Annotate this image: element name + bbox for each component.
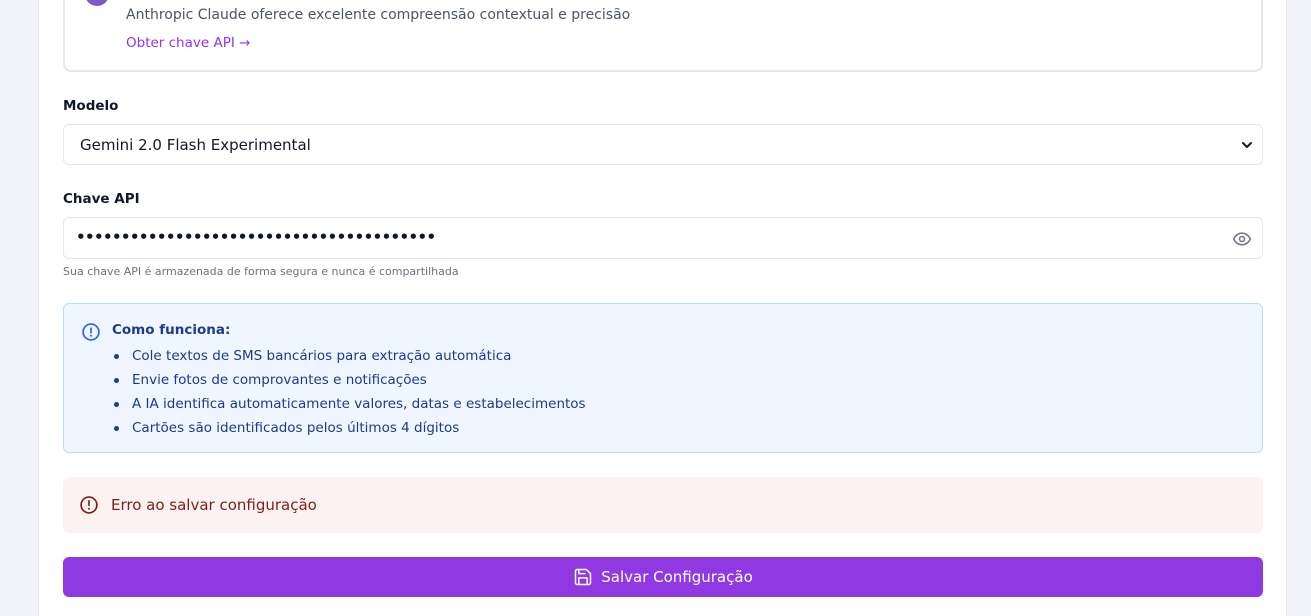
list-item-text: A IA identifica automaticamente valores,… [132,396,586,412]
list-item: Envie fotos de comprovantes e notificaçõ… [113,370,586,394]
api-key-hint: Sua chave API é armazenada de forma segu… [63,265,459,278]
bullet-icon [114,354,119,359]
page-background-left [0,0,38,616]
how-it-works-box: Como funciona: Cole textos de SMS bancár… [63,303,1263,453]
bullet-icon [114,402,119,407]
bullet-icon [114,378,119,383]
list-item-text: Cole textos de SMS bancários para extraç… [132,348,512,364]
error-message: Erro ao salvar configuração [111,496,317,514]
model-label: Modelo [63,98,119,114]
how-it-works-list: Cole textos de SMS bancários para extraç… [113,346,586,442]
info-circle-icon [82,323,100,341]
how-it-works-title: Como funciona: [112,322,231,338]
bullet-icon [114,426,119,431]
list-item: Cartões são identificados pelos últimos … [113,418,586,442]
list-item-text: Envie fotos de comprovantes e notificaçõ… [132,372,427,388]
save-icon [575,568,592,586]
eye-icon[interactable] [1232,229,1252,249]
error-alert: Erro ao salvar configuração [63,477,1263,533]
list-item: A IA identifica automaticamente valores,… [113,394,586,418]
model-select[interactable]: Gemini 2.0 Flash Experimental [63,124,1263,165]
get-api-key-link[interactable]: Obter chave API → [126,35,250,51]
provider-description: Anthropic Claude oferece excelente compr… [126,7,631,23]
api-key-label: Chave API [63,191,140,207]
save-button-label: Salvar Configuração [601,568,753,586]
save-button[interactable]: Salvar Configuração [63,557,1263,597]
list-item: Cole textos de SMS bancários para extraç… [113,346,586,370]
api-key-value: •••••••••••••••••••••••••••••••••••••••• [76,228,436,246]
chevron-down-icon [1242,142,1252,148]
list-item-text: Cartões são identificados pelos últimos … [132,420,460,436]
model-selected-value: Gemini 2.0 Flash Experimental [80,136,311,154]
page-background-right [1287,0,1311,616]
api-key-input[interactable]: •••••••••••••••••••••••••••••••••••••••• [63,217,1263,259]
alert-circle-icon [80,496,98,514]
